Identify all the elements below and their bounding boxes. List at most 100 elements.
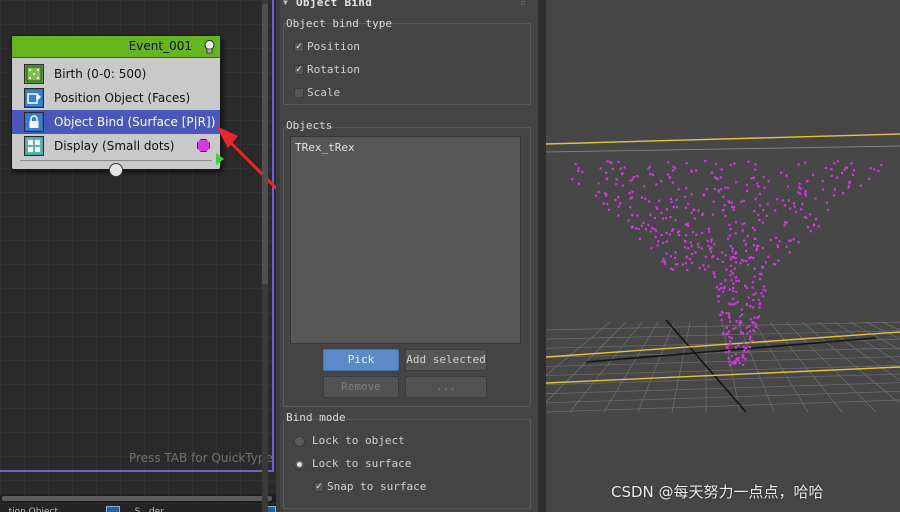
particle (801, 202, 804, 206)
particle (649, 173, 652, 176)
depot-item[interactable]: ...tion Object (0, 504, 58, 512)
event-output-socket[interactable] (109, 163, 123, 177)
particle (642, 221, 645, 224)
particle (746, 332, 749, 335)
particle (797, 240, 800, 244)
grip-icon[interactable]: ⠿ (520, 0, 526, 7)
radio-button[interactable] (294, 459, 305, 470)
scrollbar-thumb[interactable] (2, 496, 272, 501)
particle (687, 247, 690, 250)
particle (693, 217, 696, 220)
particle (623, 166, 626, 169)
particle (737, 344, 740, 347)
particle (685, 256, 688, 259)
particle (695, 169, 698, 172)
particle (660, 233, 663, 237)
particle (774, 209, 777, 212)
particle (621, 172, 624, 175)
depot-item-icon[interactable] (106, 506, 120, 512)
particle (826, 201, 829, 204)
particle (821, 188, 825, 191)
more-button[interactable]: ... (405, 376, 487, 398)
checkbox[interactable]: ✓ (314, 482, 324, 492)
checkbox[interactable]: ✓ (294, 42, 304, 52)
rollout-header[interactable]: ▼ Object Bind (280, 0, 538, 12)
particle (824, 167, 828, 170)
particle (727, 200, 730, 203)
particle (729, 228, 732, 231)
display-icon (24, 136, 44, 156)
particle (724, 351, 727, 354)
particle (727, 357, 730, 360)
particle (723, 204, 726, 207)
particle (636, 175, 639, 178)
particle (836, 160, 840, 163)
particle (750, 177, 753, 180)
particle (762, 288, 765, 291)
particle (728, 223, 731, 227)
particle (806, 226, 810, 229)
particle (687, 222, 690, 225)
viewport-scene (546, 133, 900, 413)
particle-view[interactable]: Event_001 Birth (0-0: 500) Position Obje… (0, 0, 276, 512)
particle (753, 267, 756, 270)
particle (734, 362, 737, 365)
particle (683, 239, 686, 242)
particle (674, 251, 677, 254)
particle (707, 244, 710, 248)
particle (695, 233, 698, 236)
particle (686, 268, 689, 272)
particle (726, 346, 729, 349)
particle (615, 178, 618, 181)
particle (754, 168, 757, 171)
particle (732, 208, 735, 211)
radio-button[interactable] (294, 436, 305, 447)
particle (672, 206, 675, 209)
pick-button[interactable]: Pick (323, 349, 399, 371)
particle (685, 187, 688, 190)
particle (767, 180, 770, 183)
particle (674, 219, 677, 222)
particle (742, 356, 745, 359)
particle (606, 202, 609, 206)
operator-position-object[interactable]: Position Object (Faces) (12, 86, 220, 110)
particle (744, 347, 747, 350)
particle (721, 251, 724, 254)
operator-display[interactable]: Display (Small dots) (12, 134, 220, 158)
operator-object-bind[interactable]: Object Bind (Surface [P|R]) (12, 110, 220, 134)
particle (669, 197, 672, 200)
list-item[interactable]: TRex_tRex (295, 141, 355, 154)
objects-list[interactable]: TRex_tRex (290, 136, 521, 344)
operator-birth[interactable]: Birth (0-0: 500) (12, 62, 220, 86)
particle (744, 243, 747, 246)
particle (713, 273, 716, 276)
remove-button[interactable]: Remove (323, 376, 399, 398)
particle (731, 297, 734, 301)
checkbox[interactable] (294, 88, 304, 98)
3d-viewport[interactable] (546, 0, 900, 512)
collapse-triangle-icon[interactable]: ▼ (283, 0, 288, 7)
viewport-splitter[interactable] (538, 0, 546, 512)
particle (701, 213, 704, 216)
event-header[interactable]: Event_001 (12, 36, 220, 58)
panel-scrollbar-thumb[interactable] (262, 4, 268, 284)
particle (787, 199, 790, 202)
particle (762, 285, 766, 288)
particle (691, 252, 694, 256)
checkbox[interactable]: ✓ (294, 65, 304, 75)
particle (751, 339, 754, 343)
particle (697, 209, 700, 212)
particle (653, 216, 656, 220)
particle (788, 251, 791, 254)
lightbulb-icon[interactable] (203, 39, 216, 55)
particle (869, 167, 872, 170)
add-selected-button[interactable]: Add selected (405, 349, 487, 371)
particle (676, 231, 680, 234)
grid-line (546, 399, 900, 413)
particle (742, 259, 745, 262)
particle (813, 223, 816, 226)
operator-label: Position Object (Faces) (54, 91, 191, 105)
depot-item[interactable]: ...S...der (126, 504, 164, 512)
parameters-panel: ▼ Object Bind ⠿ Object bind type ✓ Posit… (280, 0, 538, 512)
particle (614, 198, 617, 201)
